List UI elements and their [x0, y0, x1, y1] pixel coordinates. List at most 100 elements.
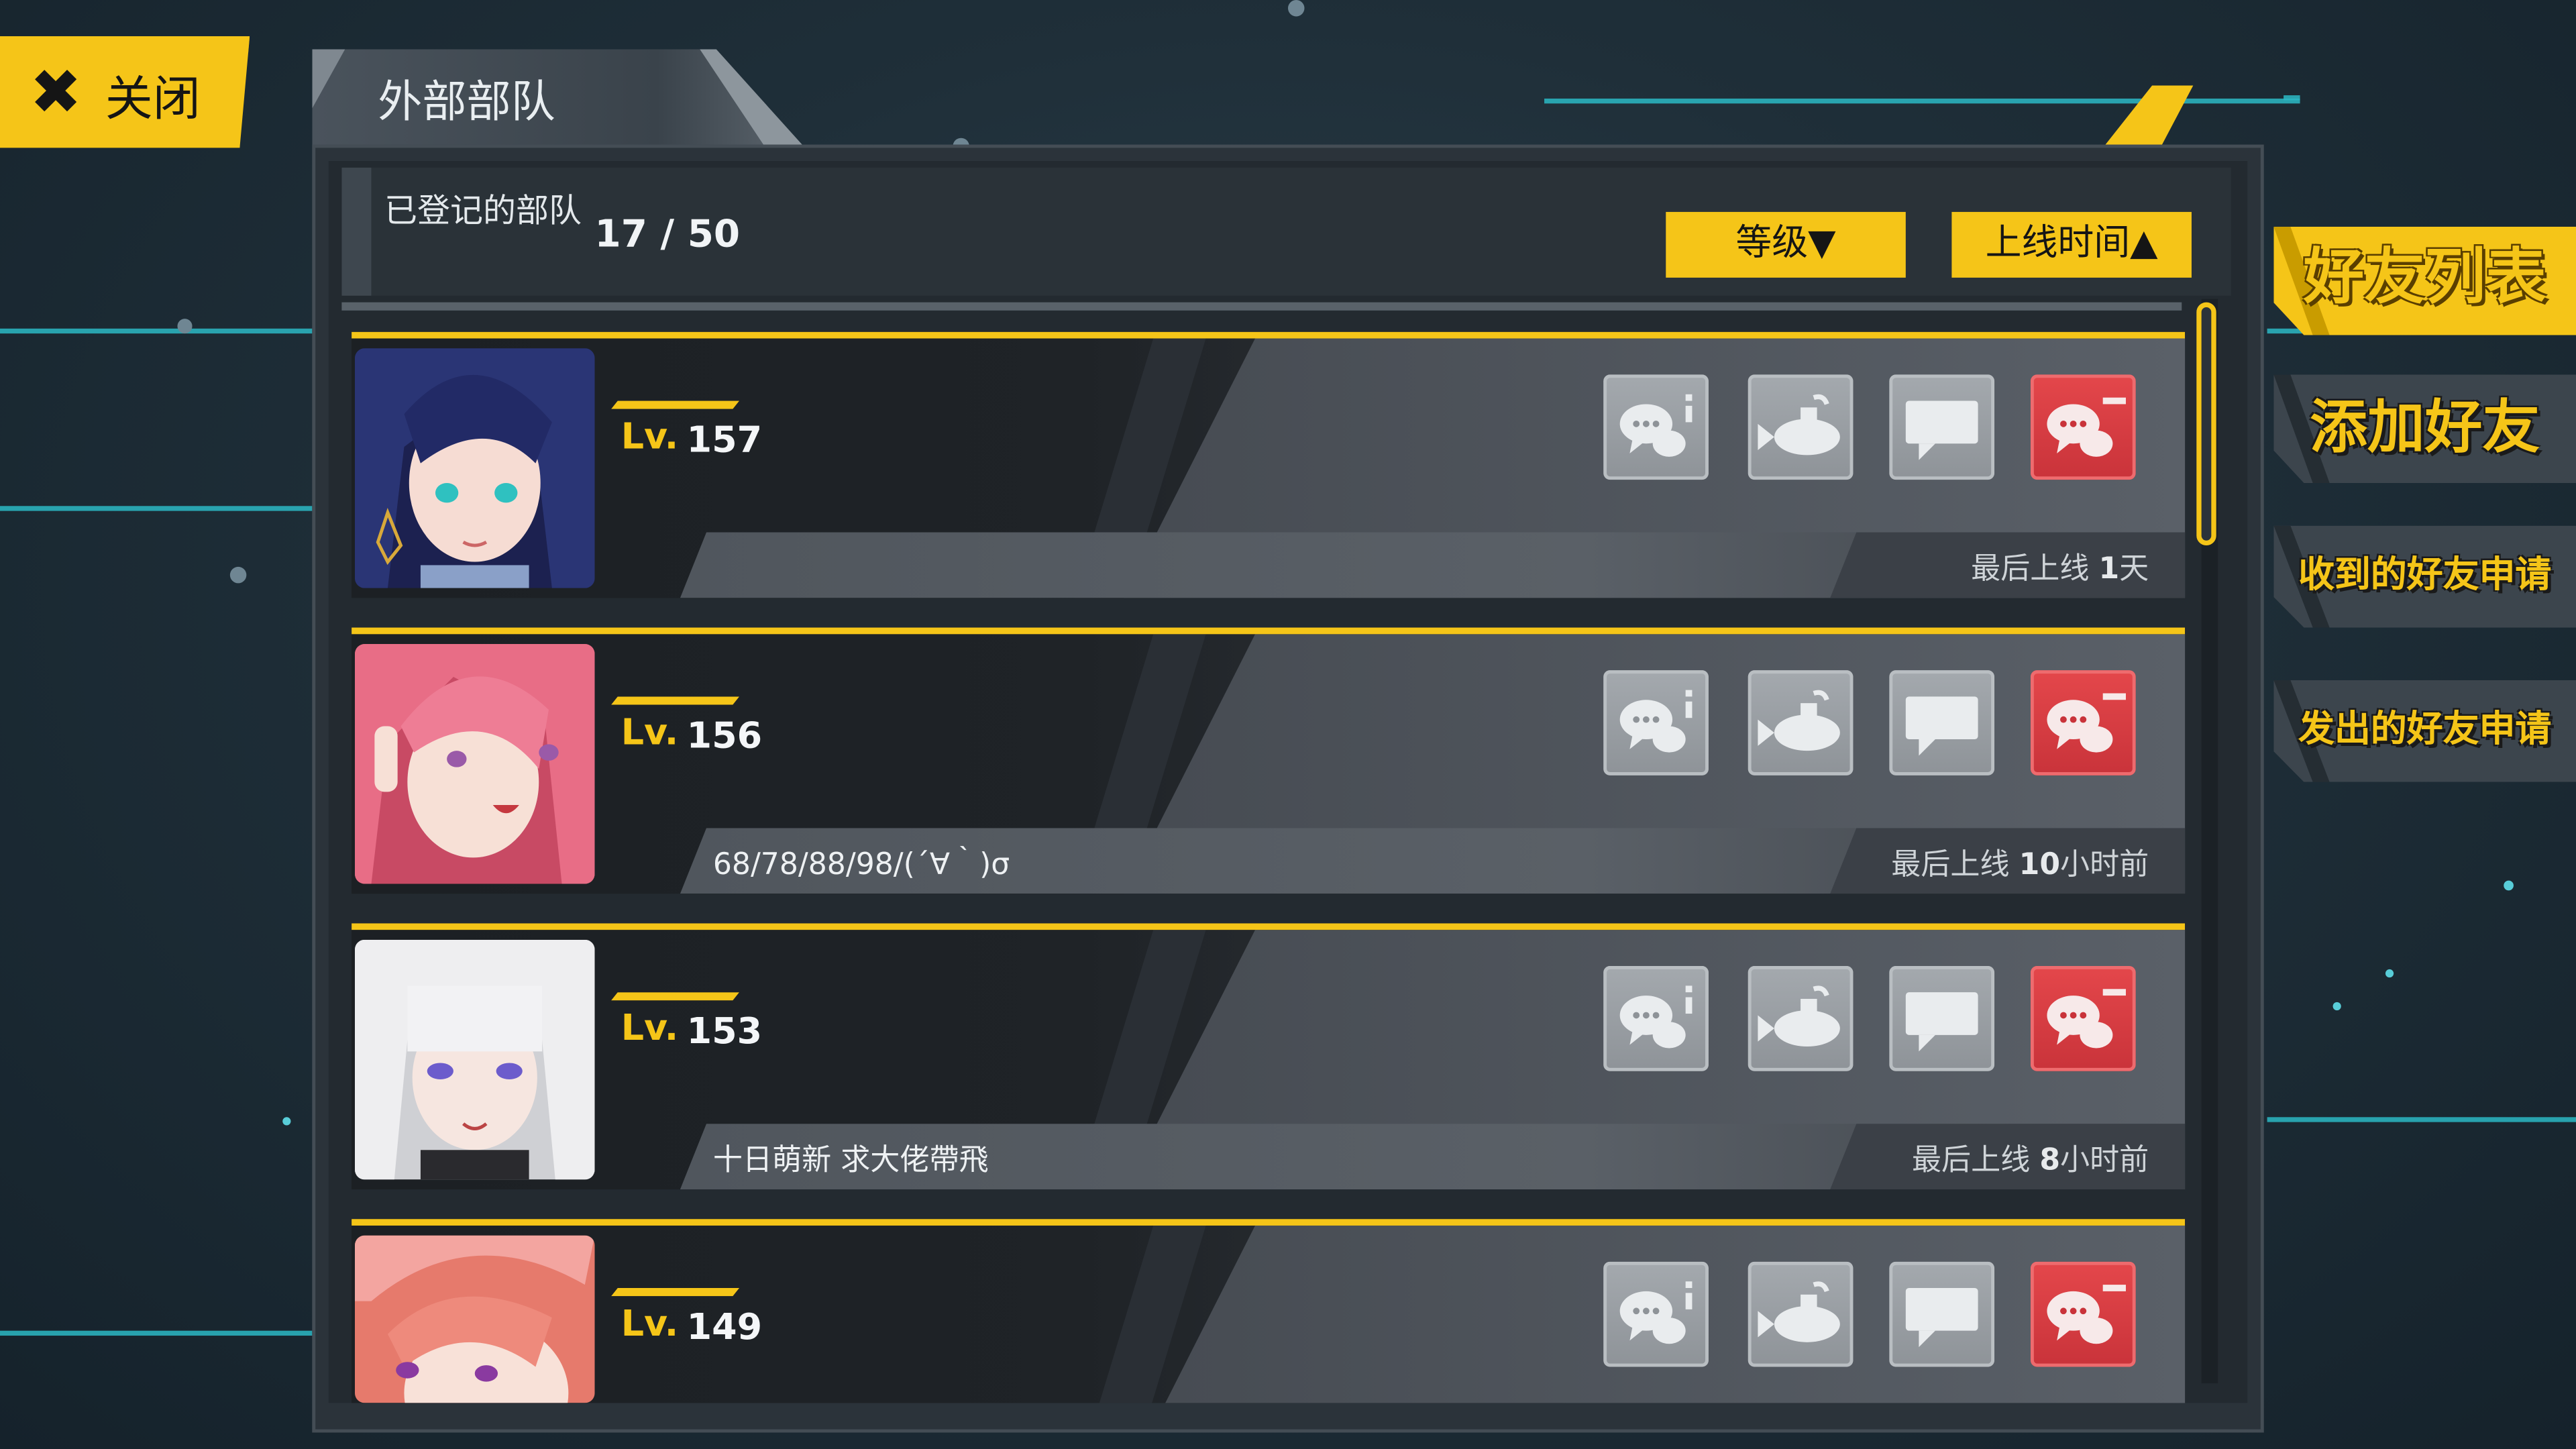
- last-online: 最后上线 1天: [1971, 545, 2149, 588]
- last-online-label: 最后上线: [1911, 1143, 2031, 1178]
- friend-message: 68/78/88/98/(´∀｀)σ: [712, 847, 1010, 883]
- friend-avatar[interactable]: [354, 1235, 595, 1403]
- chat-info-icon: [1619, 985, 1693, 1049]
- tab-sent-requests[interactable]: 发出的好友申请: [2273, 680, 2576, 782]
- game-screen: ✖ 关闭 外部部队 已登记的部队 17 / 50 等级▼ 上线时间▲ Lv. 1…: [0, 0, 2576, 1449]
- last-online-label: 最后上线: [1891, 847, 2010, 883]
- remove-friend-button[interactable]: [2030, 374, 2136, 480]
- message-icon: [1905, 992, 1978, 1052]
- remove-friend-button[interactable]: [2030, 670, 2136, 775]
- tab-add-friend-label: 添加好友: [2310, 396, 2540, 462]
- bg-dot: [2332, 1002, 2341, 1011]
- submarine-support-button[interactable]: [1748, 374, 1854, 480]
- friend-avatar[interactable]: [354, 348, 595, 588]
- last-online-value: 1: [2098, 551, 2120, 587]
- friend-row[interactable]: Lv. 157 最后上线 1天: [352, 331, 2186, 598]
- bg-dot: [229, 566, 247, 584]
- chat-info-icon: [1619, 394, 1693, 457]
- chat-info-button[interactable]: [1603, 374, 1709, 480]
- chat-info-icon: [1619, 690, 1693, 753]
- close-button[interactable]: ✖ 关闭: [0, 36, 250, 148]
- bg-line: [1544, 98, 2300, 104]
- last-online-unit: 小时前: [2060, 847, 2149, 883]
- friend-row[interactable]: Lv. 156 68/78/88/98/(´∀｀)σ 最后上线 10小时前: [352, 627, 2186, 894]
- sort-by-level-button[interactable]: 等级▼: [1666, 211, 1906, 278]
- bg-line: [0, 1330, 329, 1336]
- sort-by-online-time-button[interactable]: 上线时间▲: [1951, 211, 2192, 278]
- row-accent-line: [352, 1219, 2186, 1226]
- bg-dot: [177, 319, 193, 334]
- remove-friend-icon: [2047, 397, 2126, 457]
- submarine-support-button[interactable]: [1748, 966, 1854, 1071]
- remove-friend-button[interactable]: [2030, 1261, 2136, 1367]
- tab-stripe: [700, 49, 806, 148]
- close-x-icon: ✖: [30, 56, 83, 129]
- scrollbar-thumb[interactable]: [2196, 302, 2216, 546]
- header-divider: [341, 302, 2182, 311]
- friend-avatar[interactable]: [354, 644, 595, 884]
- friend-message: 十日萌新 求大佬帶飛: [712, 1143, 989, 1178]
- bg-dot: [282, 1117, 291, 1126]
- remove-friend-button[interactable]: [2030, 966, 2136, 1071]
- last-online-unit: 小时前: [2060, 1143, 2149, 1178]
- level-prefix: Lv.: [621, 712, 679, 755]
- level-prefix: Lv.: [621, 417, 679, 459]
- remove-friend-icon: [2047, 693, 2126, 753]
- submarine-support-icon: [1758, 690, 1840, 751]
- last-online-value: 8: [2039, 1143, 2061, 1178]
- header-wedge: [341, 167, 372, 296]
- row-accent-line: [352, 331, 2186, 339]
- chat-info-button[interactable]: [1603, 670, 1709, 775]
- submarine-support-button[interactable]: [1748, 670, 1854, 775]
- level-bar: [611, 401, 739, 409]
- last-online: 最后上线 10小时前: [1891, 841, 2149, 884]
- submarine-support-icon: [1758, 1281, 1840, 1342]
- level-prefix: Lv.: [621, 1008, 679, 1050]
- registered-label: 已登记的部队: [384, 191, 582, 230]
- tab-received-requests-label: 收到的好友申请: [2298, 555, 2552, 596]
- friend-avatar[interactable]: [354, 939, 595, 1180]
- level-value: 157: [686, 420, 763, 462]
- registered-count: 17 / 50: [594, 213, 741, 257]
- bg-line: [2267, 1117, 2576, 1122]
- tab-friend-list[interactable]: 好友列表: [2273, 226, 2576, 335]
- message-icon: [1905, 1288, 1978, 1348]
- bg-dot: [2504, 880, 2514, 891]
- chat-info-button[interactable]: [1603, 1261, 1709, 1367]
- friends-panel: 已登记的部队 17 / 50 等级▼ 上线时间▲ Lv. 157 最后上线 1天…: [312, 144, 2264, 1433]
- close-label: 关闭: [105, 70, 201, 127]
- panel-header: 已登记的部队 17 / 50 等级▼ 上线时间▲: [341, 167, 2231, 296]
- submarine-support-icon: [1758, 394, 1840, 455]
- bg-line: [0, 506, 329, 511]
- level-bar: [611, 696, 739, 704]
- level-value: 149: [686, 1307, 763, 1349]
- tab-stripe: [312, 49, 345, 109]
- level-bar: [611, 1288, 739, 1296]
- last-online-unit: 天: [2119, 551, 2149, 587]
- bg-dot: [2385, 969, 2394, 978]
- submarine-support-icon: [1758, 985, 1840, 1047]
- message-button[interactable]: [1889, 374, 1995, 480]
- level-bar: [611, 992, 739, 1000]
- remove-friend-icon: [2047, 1285, 2126, 1344]
- message-button[interactable]: [1889, 966, 1995, 1071]
- remove-friend-icon: [2047, 989, 2126, 1049]
- panel-title: 外部部队: [378, 77, 555, 129]
- friend-row[interactable]: Lv. 153 十日萌新 求大佬帶飛 最后上线 8小时前: [352, 923, 2186, 1190]
- row-accent-line: [352, 627, 2186, 635]
- submarine-support-button[interactable]: [1748, 1261, 1854, 1367]
- last-online: 最后上线 8小时前: [1912, 1137, 2149, 1180]
- bg-line: [0, 328, 329, 334]
- panel-inner: 已登记的部队 17 / 50 等级▼ 上线时间▲ Lv. 157 最后上线 1天…: [328, 161, 2248, 1403]
- tab-received-requests[interactable]: 收到的好友申请: [2273, 525, 2576, 628]
- friend-row[interactable]: Lv. 149: [352, 1219, 2186, 1403]
- chat-info-button[interactable]: [1603, 966, 1709, 1071]
- message-button[interactable]: [1889, 1261, 1995, 1367]
- message-icon: [1905, 696, 1978, 756]
- bg-dot: [1288, 0, 1305, 17]
- tab-sent-requests-label: 发出的好友申请: [2298, 709, 2552, 751]
- panel-accent: [2102, 85, 2194, 148]
- last-online-value: 10: [2019, 847, 2061, 883]
- message-button[interactable]: [1889, 670, 1995, 775]
- tab-add-friend[interactable]: 添加好友: [2273, 374, 2576, 484]
